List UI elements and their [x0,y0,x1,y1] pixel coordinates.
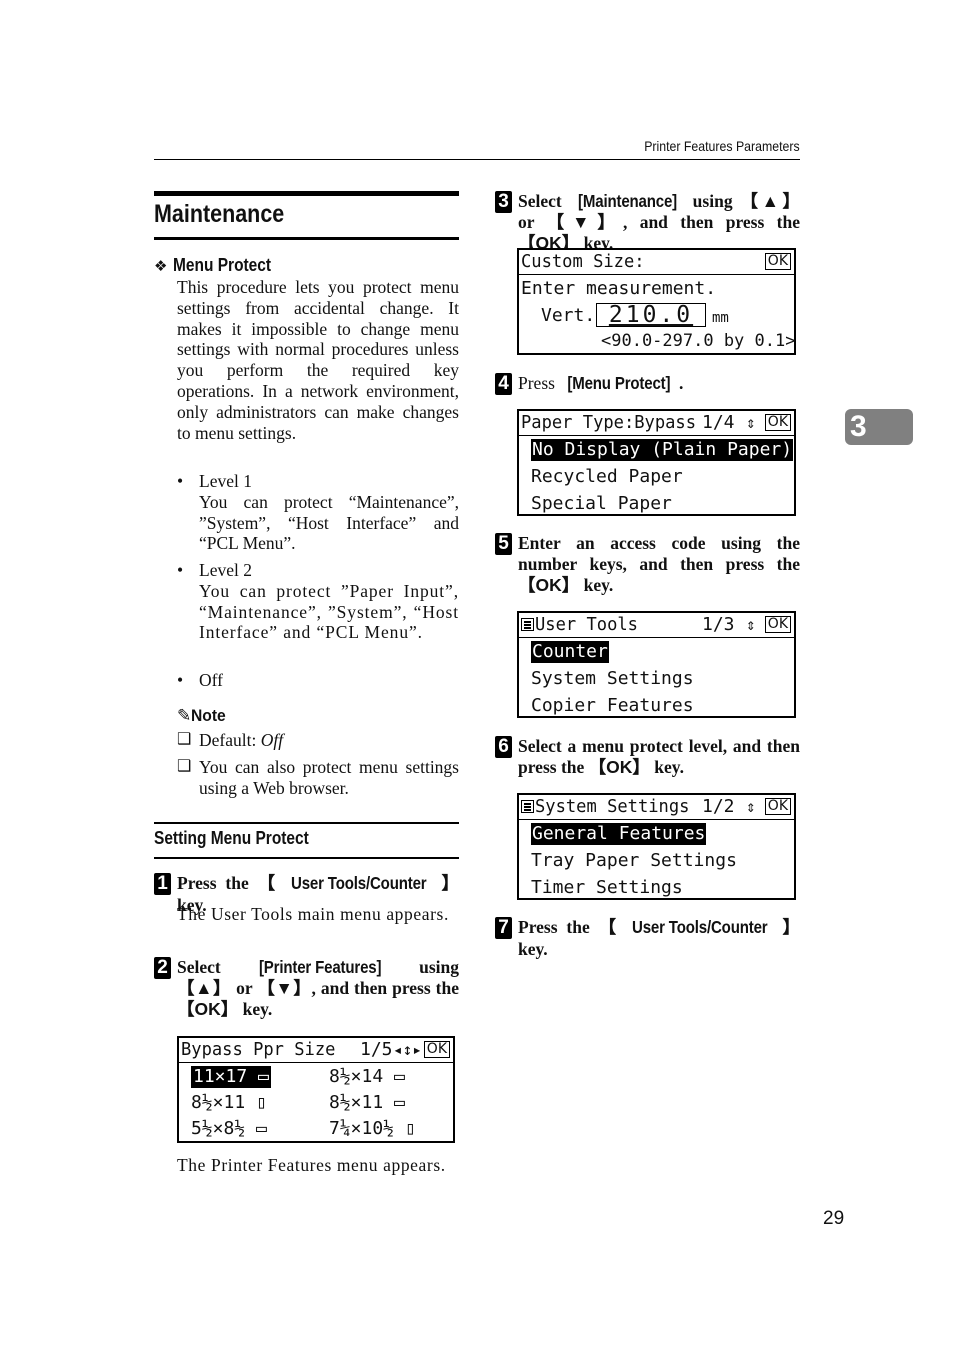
step-number-badge: 6 [495,736,512,758]
running-header: Printer Features Parameters [644,138,800,154]
step-2: 2 Select [Printer Features] using 【▲】 or… [154,957,459,1020]
checkbox-bullet-icon: ❑ [177,731,192,748]
four-way-arrow-icon: ◂↕▸ [393,1040,422,1059]
menu-list-icon [521,800,534,813]
procedure-top-rule [154,822,459,824]
lcd-title: Custom Size: [521,251,645,272]
pencil-icon: ✎ [177,706,192,725]
step-1-result: The User Tools main menu appears. [177,904,449,924]
lcd-screen-custom-size: Custom Size: OK Enter measurement. Vert.… [517,248,796,355]
lcd-option: 8½×11 ▭ [329,1092,405,1113]
section-bottom-rule [154,237,459,240]
level-desc: You can protect ”Paper Input”, “Maintena… [199,580,459,643]
step-number-badge: 2 [154,957,171,979]
lcd-option-selected: 11×17 ▭ [191,1066,271,1088]
menu-item-name: [Printer Features] [258,957,382,977]
lcd-option-selected: General Features [531,823,707,845]
section-top-rule [154,191,459,196]
lcd-option: Special Paper [531,493,672,514]
menu-list-icon [521,618,534,631]
ok-key-icon: OK [764,798,791,815]
lcd-screen-paper-type: Paper Type:Bypass 1/4 ⇕ OK No Display (P… [517,409,796,516]
lcd-screen-user-tools: User Tools 1/3 ⇕ OK Counter System Setti… [517,611,796,718]
lcd-option: 8½×14 ▭ [329,1066,405,1087]
chapter-tab: 3 [845,409,913,445]
lcd-value-field: 210.0 [596,303,706,327]
step-5: 5 Enter an access code using the number … [495,533,800,596]
intro-paragraph: This procedure lets you protect menu set… [177,277,459,443]
procedure-bottom-rule [154,857,459,859]
step-number-badge: 7 [495,917,512,939]
level-item: • Level 1 You can protect “Maintenance”, … [177,471,459,554]
lcd-option: 8½×11 ▯ [191,1092,267,1113]
key-name: User Tools/Counter [290,873,427,893]
lcd-title: Bypass Ppr Size [181,1039,336,1060]
key-name: User Tools/Counter [631,917,768,937]
step-number-badge: 5 [495,533,512,555]
diamond-bullet-icon: ❖ [154,258,168,275]
step-4: 4 Press [Menu Protect]. [495,373,800,395]
bullet-icon: • [177,560,184,580]
lcd-field-label: Vert. [541,305,596,326]
step-number-badge: 1 [154,873,171,895]
lcd-range: <90.0-297.0 by 0.1> [601,331,796,351]
ok-key-icon: OK [764,616,791,633]
note-heading: ✎Note [177,706,227,725]
ok-key-icon: OK [764,414,791,431]
lcd-prompt: Enter measurement. [521,278,717,299]
up-down-arrow-icon: ⇕ [746,413,756,432]
lcd-option: Timer Settings [531,877,683,898]
lcd-option-selected: Counter [531,641,609,663]
step-2-result: The Printer Features menu appears. [177,1155,446,1175]
level-desc: You can protect “Maintenance”, ”System”,… [199,491,459,554]
lcd-title: Paper Type:Bypass [521,412,697,433]
lcd-title: User Tools [535,614,638,635]
step-number-badge: 4 [495,373,512,395]
level-item: • Level 2 You can protect ”Paper Input”, … [177,560,459,643]
ok-key-icon: OK [423,1041,450,1058]
level-item: • Off [177,670,459,691]
note-item: ❑ You can also protect menu settings usi… [177,757,459,798]
lcd-option: System Settings [531,668,694,689]
step-number-badge: 3 [495,191,512,213]
level-label: Off [199,670,223,690]
level-label: Level 2 [199,560,252,580]
subsection-heading: ❖ Menu Protect [154,255,272,275]
step-6: 6 Select a menu protect level, and then … [495,736,800,778]
lcd-option: 5½×8½ ▭ [191,1118,267,1139]
lcd-option: Recycled Paper [531,466,683,487]
lcd-option-selected: No Display (Plain Paper) [531,439,794,461]
step-3: 3 Select [Maintenance] using 【▲】 or 【▼】,… [495,191,800,254]
lcd-page-indicator: 1/4 [702,412,735,433]
lcd-screen-system-settings: System Settings 1/2 ⇕ OK General Feature… [517,793,796,900]
step-7: 7 Press the 【User Tools/Counter】 key. [495,917,800,960]
lcd-page-indicator: 1/3 [702,614,735,635]
up-down-arrow-icon: ⇕ [746,797,756,816]
lcd-option: 7¼×10½ ▯ [329,1118,416,1139]
lcd-page-indicator: 1/2 [702,796,735,817]
checkbox-bullet-icon: ❑ [177,758,192,775]
bullet-icon: • [177,670,184,690]
page-number: 29 [823,1208,845,1229]
lcd-option: Copier Features [531,695,694,716]
ok-key-icon: OK [764,253,791,270]
header-rule [154,159,800,160]
lcd-screen-bypass-paper-size: Bypass Ppr Size 1/5 ◂↕▸ OK 11×17 ▭ 8½×14… [177,1036,455,1143]
level-label: Level 1 [199,471,252,491]
menu-item-name: [Menu Protect] [567,373,671,393]
menu-item-name: [Maintenance] [577,191,677,211]
lcd-option: Tray Paper Settings [531,850,737,871]
section-title: Maintenance [154,200,285,228]
lcd-page-indicator: 1/5 [360,1039,393,1060]
lcd-title: System Settings [535,796,690,817]
note-item: ❑ Default: Off [177,730,284,750]
procedure-title: Setting Menu Protect [154,828,309,848]
up-down-arrow-icon: ⇕ [746,615,756,634]
bullet-icon: • [177,471,184,491]
lcd-unit: mm [712,310,729,326]
